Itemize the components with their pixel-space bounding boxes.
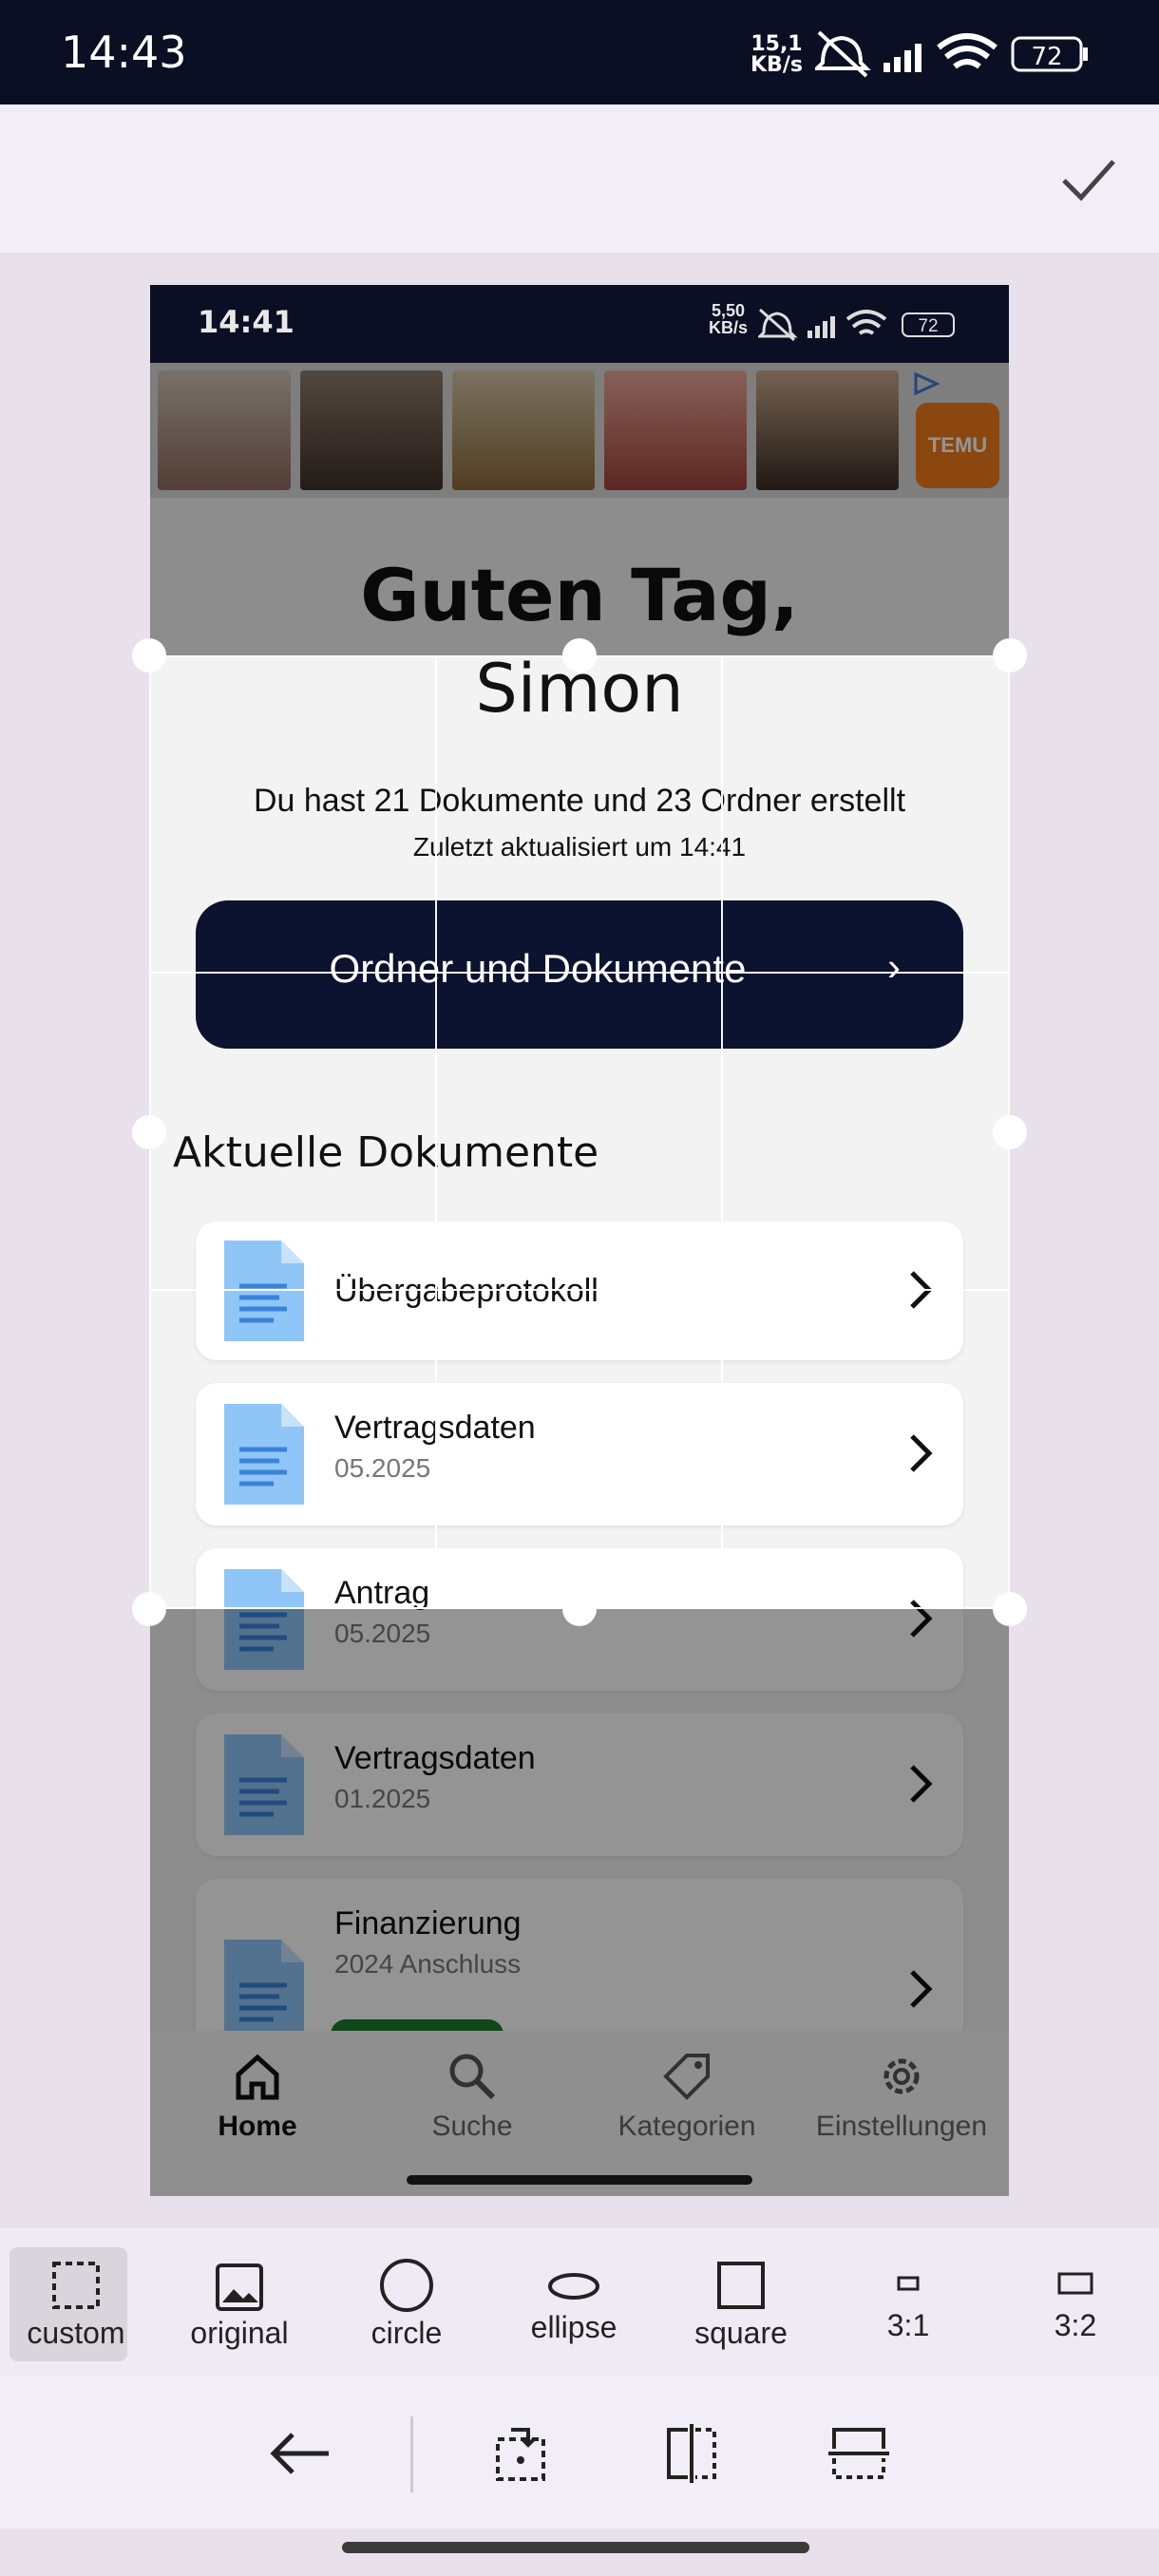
shape-label: ellipse (530, 2310, 618, 2344)
preview-clock: 14:41 (198, 304, 294, 340)
dashed-square-icon (52, 2262, 100, 2309)
ellipse-icon (548, 2273, 599, 2300)
crop-shape-toolbar: custom original circle ellipse square 3:… (0, 2228, 1159, 2375)
flip-horizontal-icon[interactable] (663, 2424, 720, 2483)
crop-mask-bottom (150, 1609, 1009, 2196)
shape-custom[interactable]: custom (0, 2228, 152, 2375)
crop-grid-line (149, 1289, 1010, 1291)
preview-network-speed: 5,50 KB/s (709, 301, 749, 337)
shape-circle[interactable]: circle (331, 2228, 483, 2375)
crop-handle-bottom[interactable] (562, 1592, 597, 1626)
status-icons: 72 (815, 30, 1088, 78)
svg-text:72: 72 (918, 316, 938, 336)
gesture-navigation-bar (342, 2542, 809, 2553)
editor-top-bar (0, 104, 1159, 253)
crop-mask-top (150, 363, 1009, 655)
crop-handle-top-left[interactable] (132, 638, 166, 672)
shape-label: 3:2 (1054, 2308, 1097, 2342)
crop-handle-bottom-right[interactable] (993, 1592, 1027, 1626)
circle-icon (380, 2259, 433, 2312)
shape-ellipse[interactable]: ellipse (498, 2228, 650, 2375)
clock: 14:43 (61, 27, 187, 78)
crop-handle-left[interactable] (132, 1115, 166, 1149)
shape-original[interactable]: original (163, 2228, 315, 2375)
battery-level: 72 (1031, 43, 1062, 71)
crop-grid-line (721, 655, 723, 1609)
shape-label: square (694, 2316, 788, 2350)
crop-handle-top[interactable] (562, 638, 597, 672)
preview-status-bar: 14:41 5,50 KB/s 72 (150, 285, 1009, 363)
ratio-3-1-icon (897, 2276, 920, 2291)
signal-icon (884, 44, 922, 72)
shape-ratio-3-1[interactable]: 3:1 (832, 2228, 984, 2375)
rotate-icon[interactable] (494, 2424, 551, 2483)
edit-action-bar (0, 2375, 1159, 2529)
flip-vertical-icon[interactable] (828, 2424, 889, 2483)
shape-label: 3:1 (886, 2308, 930, 2342)
shape-ratio-3-2[interactable]: 3:2 (999, 2228, 1151, 2375)
wifi-icon (937, 33, 998, 69)
check-icon[interactable] (1056, 152, 1121, 209)
crop-handle-right[interactable] (993, 1115, 1027, 1149)
square-icon (717, 2262, 765, 2309)
status-bar: 14:43 15,1 KB/s 72 (0, 0, 1159, 104)
crop-handle-bottom-left[interactable] (132, 1592, 166, 1626)
network-speed: 15,1 KB/s (750, 32, 803, 77)
crop-grid-line (435, 655, 437, 1609)
preview-status-icons: 72 (758, 308, 955, 342)
toolbar-divider (410, 2416, 413, 2492)
crop-frame[interactable] (149, 655, 1010, 1609)
image-icon (216, 2263, 263, 2311)
shape-label: original (190, 2316, 289, 2350)
shape-square[interactable]: square (665, 2228, 817, 2375)
arrow-left-icon[interactable] (268, 2430, 332, 2477)
mute-icon (815, 30, 871, 78)
shape-label: custom (27, 2316, 125, 2350)
ratio-3-2-icon (1057, 2272, 1093, 2295)
crop-handle-top-right[interactable] (993, 638, 1027, 672)
shape-label: circle (370, 2316, 443, 2350)
crop-grid-line (149, 972, 1010, 974)
